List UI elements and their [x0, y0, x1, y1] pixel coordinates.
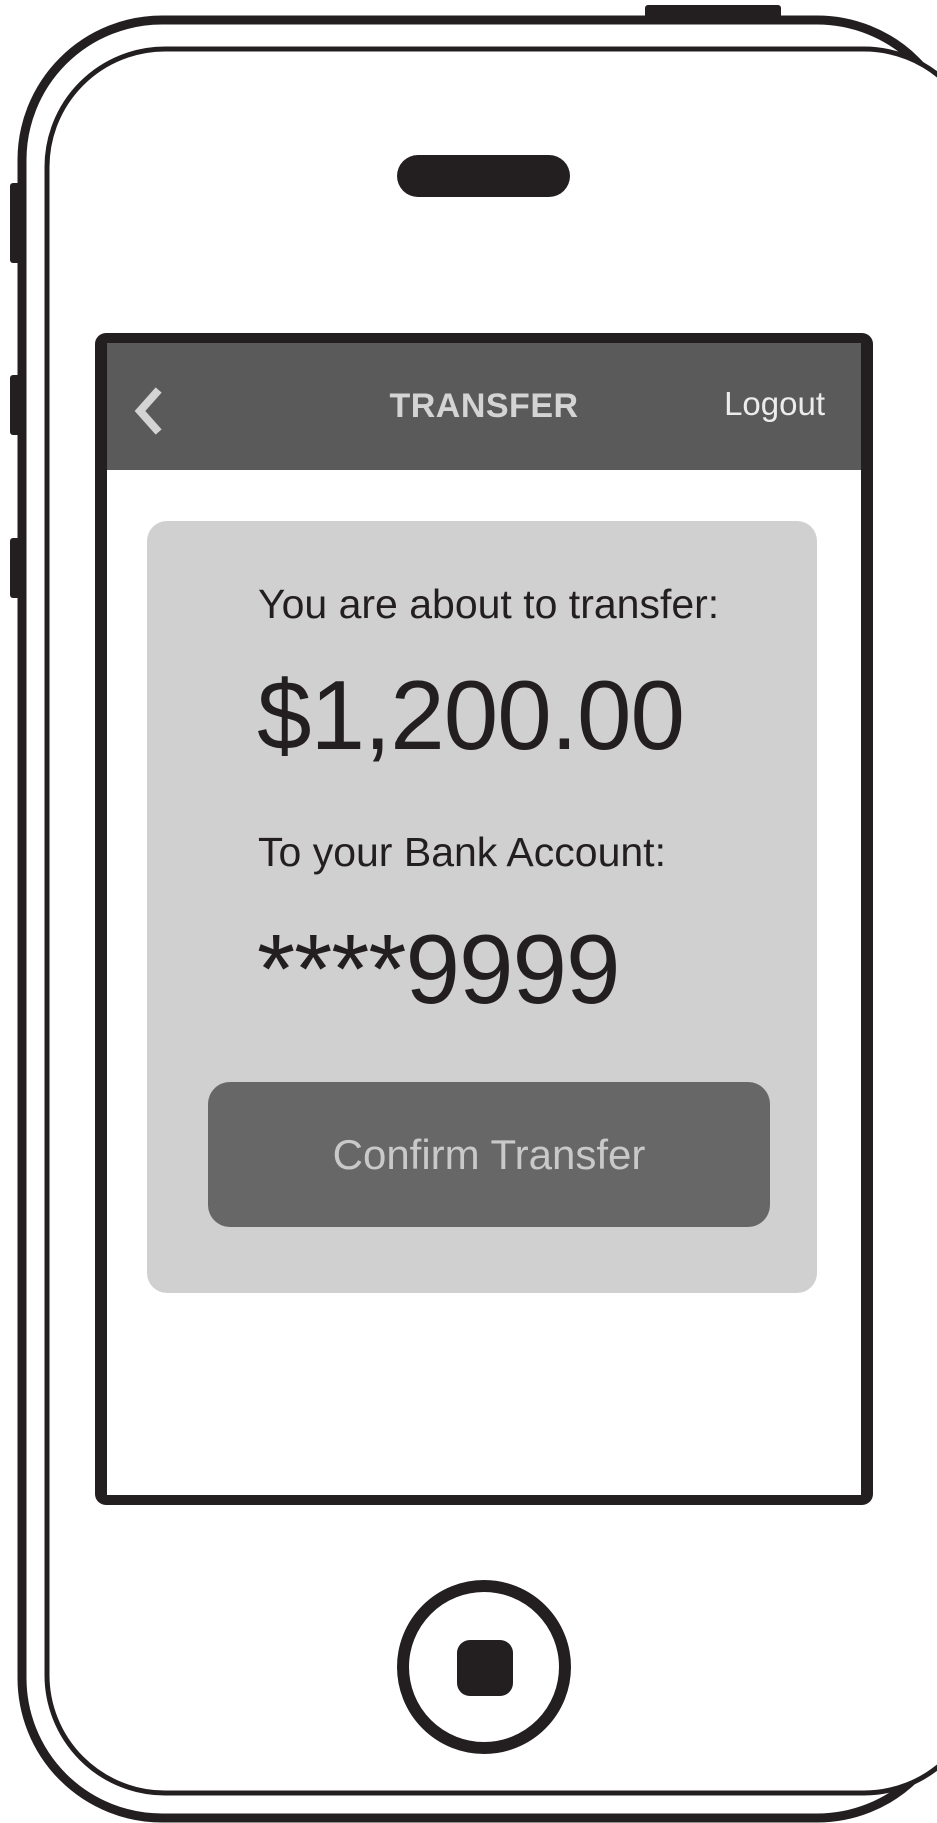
- transfer-amount: $1,200.00: [257, 660, 685, 770]
- account-label: To your Bank Account:: [258, 829, 666, 875]
- logout-button[interactable]: Logout: [724, 385, 825, 423]
- navigation-bar: TRANSFER Logout: [107, 343, 861, 470]
- speaker-slot: [397, 155, 570, 197]
- transfer-summary-card: You are about to transfer: $1,200.00 To …: [147, 521, 817, 1293]
- phone-screen: TRANSFER Logout You are about to transfe…: [107, 343, 861, 1495]
- confirm-transfer-button[interactable]: Confirm Transfer: [208, 1082, 770, 1227]
- home-button[interactable]: [397, 1580, 571, 1754]
- confirm-transfer-label: Confirm Transfer: [332, 1130, 646, 1178]
- home-square-icon: [457, 1640, 513, 1696]
- amount-label: You are about to transfer:: [258, 581, 720, 627]
- bank-account-number: ****9999: [257, 914, 621, 1024]
